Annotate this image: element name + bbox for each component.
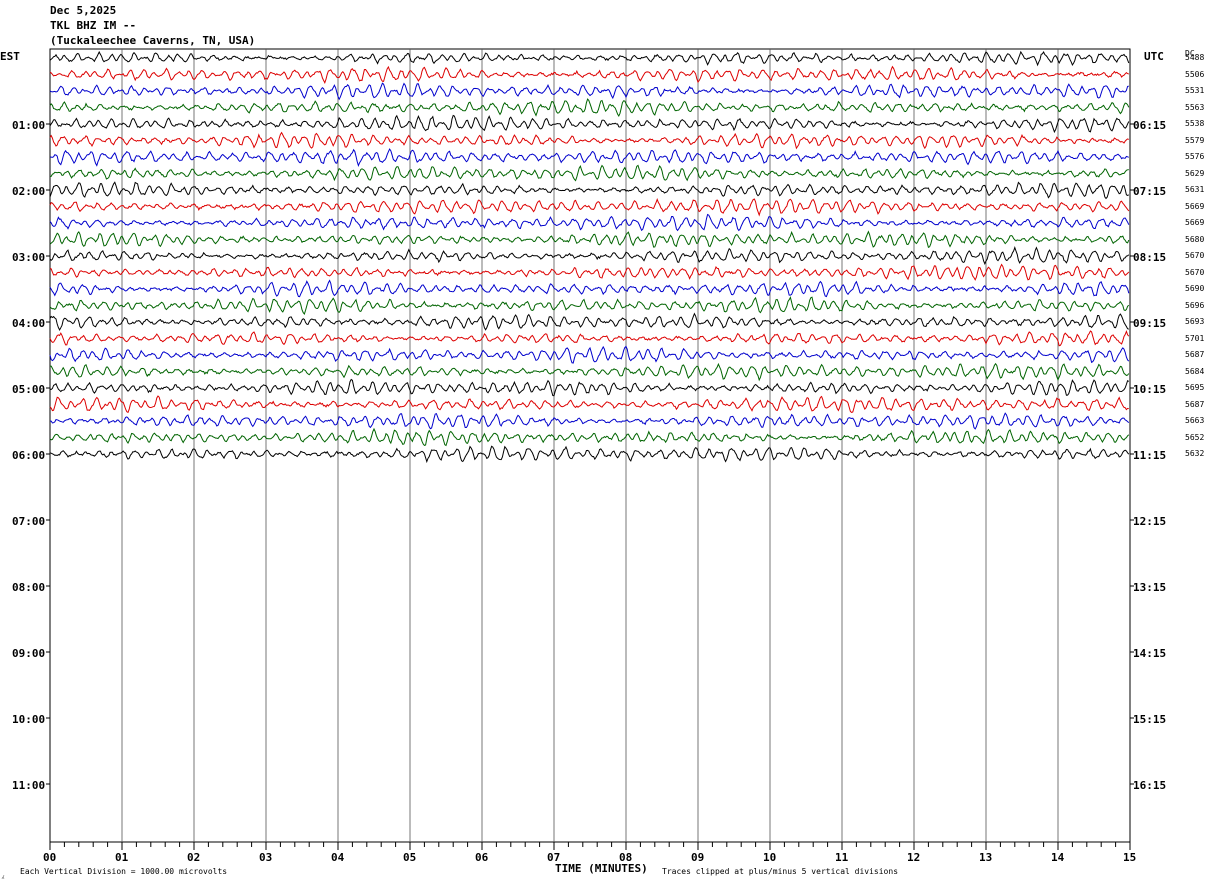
right-hour-label: 14:15: [1133, 647, 1167, 660]
left-hour-label: 08:00: [12, 581, 46, 594]
dc-offset-label: 5687: [1185, 350, 1205, 359]
right-hour-label: 16:15: [1133, 779, 1167, 792]
dc-offset-label: 5669: [1185, 201, 1205, 211]
x-tick-label: 11: [835, 851, 849, 864]
left-hour-label: 09:00: [12, 647, 46, 660]
x-tick-label: 00: [43, 851, 57, 864]
seismic-trace: [49, 98, 1130, 118]
dc-offset-label: 5696: [1185, 300, 1205, 310]
right-hour-label: 11:15: [1133, 449, 1167, 462]
seismic-trace: [49, 312, 1129, 331]
seismic-trace: [50, 164, 1129, 182]
dc-offset-label: 5687: [1185, 399, 1205, 409]
left-hour-label: 07:00: [12, 515, 46, 528]
corner-mark: ⁁: [2, 870, 4, 879]
dc-offset-label: 5631: [1185, 185, 1205, 194]
x-tick-label: 10: [763, 851, 777, 864]
right-hour-label: 13:15: [1133, 581, 1167, 594]
right-hour-label: 12:15: [1133, 515, 1167, 528]
left-hour-label: 02:00: [12, 185, 46, 198]
x-tick-label: 02: [187, 851, 201, 864]
seismic-trace: [49, 427, 1130, 447]
dc-offset-label: 5506: [1185, 69, 1205, 79]
seismic-trace: [49, 245, 1130, 265]
dc-offset-label: 5701: [1185, 333, 1205, 343]
dc-offset-label: 5579: [1185, 135, 1205, 145]
x-tick-label: 09: [691, 851, 705, 864]
seismic-trace: [49, 378, 1130, 397]
right-hour-label: 06:15: [1133, 119, 1167, 132]
x-axis-title: TIME (MINUTES): [555, 862, 648, 875]
seismic-trace: [50, 362, 1130, 382]
plot-frame: [49, 48, 1131, 843]
seismic-trace: [49, 329, 1130, 347]
dc-offset-label: 5690: [1185, 284, 1205, 293]
footer-scale-note: Each Vertical Division = 1000.00 microvo…: [20, 867, 228, 876]
dc-offset-label: 5670: [1185, 251, 1205, 260]
seismic-trace: [49, 296, 1130, 316]
left-hour-label: 01:00: [12, 119, 46, 132]
dc-offset-label: 5576: [1185, 152, 1205, 161]
x-tick-label: 14: [1051, 851, 1065, 864]
x-tick-label: 01: [115, 851, 129, 864]
seismic-trace: [49, 82, 1129, 101]
dc-offset-label: 5670: [1185, 267, 1205, 277]
right-hour-label: 09:15: [1133, 317, 1167, 330]
x-tick-label: 13: [979, 851, 993, 864]
x-tick-label: 15: [1123, 851, 1137, 864]
seismic-trace: [49, 197, 1130, 217]
dc-offset-label: 5693: [1185, 317, 1205, 326]
seismic-trace: [49, 114, 1130, 134]
dc-offset-label: 5629: [1185, 168, 1205, 178]
seismic-trace: [49, 50, 1130, 67]
footer-clip-note: Traces clipped at plus/minus 5 vertical …: [662, 867, 899, 876]
right-hour-label: 07:15: [1133, 185, 1167, 198]
left-hour-label: 05:00: [12, 383, 46, 396]
dc-offset-label: 5669: [1185, 218, 1205, 227]
left-hour-label: 11:00: [12, 779, 46, 792]
dc-offset-label: 5663: [1185, 416, 1205, 425]
dc-offset-label: 5680: [1185, 234, 1205, 244]
dc-offset-label: 5652: [1185, 432, 1205, 442]
seismic-trace: [49, 395, 1129, 414]
dc-offset-label: 5488: [1185, 53, 1205, 62]
x-tick-label: 12: [907, 851, 921, 864]
seismogram-plot: [46, 48, 1134, 850]
dc-offset-label: 5538: [1185, 119, 1205, 128]
dc-offset-label: 5531: [1185, 86, 1205, 95]
dc-offset-label: 5684: [1185, 366, 1205, 376]
seismic-trace: [49, 445, 1130, 464]
left-hour-label: 06:00: [12, 449, 46, 462]
dc-offset-label: 5563: [1185, 102, 1205, 112]
seismic-trace: [49, 230, 1130, 248]
seismic-trace: [49, 148, 1129, 167]
right-hour-label: 15:15: [1133, 713, 1167, 726]
left-hour-label: 10:00: [12, 713, 46, 726]
x-tick-label: 03: [259, 851, 273, 864]
seismic-trace: [50, 412, 1130, 430]
dc-offset-label: 5695: [1185, 383, 1205, 392]
seismic-trace: [49, 181, 1130, 200]
seismic-trace: [49, 345, 1130, 364]
x-tick-label: 06: [475, 851, 489, 864]
left-hour-label: 04:00: [12, 317, 46, 330]
x-tick-label: 04: [331, 851, 345, 864]
right-hour-label: 10:15: [1133, 383, 1167, 396]
left-hour-label: 03:00: [12, 251, 46, 264]
seismic-trace: [49, 279, 1130, 298]
seismic-trace: [49, 65, 1129, 84]
seismic-trace: [49, 263, 1130, 281]
right-hour-label: 08:15: [1133, 251, 1167, 264]
x-tick-label: 05: [403, 851, 417, 864]
dc-offset-label: 5632: [1185, 449, 1205, 458]
seismic-trace: [49, 213, 1130, 232]
seismic-trace: [49, 131, 1129, 150]
